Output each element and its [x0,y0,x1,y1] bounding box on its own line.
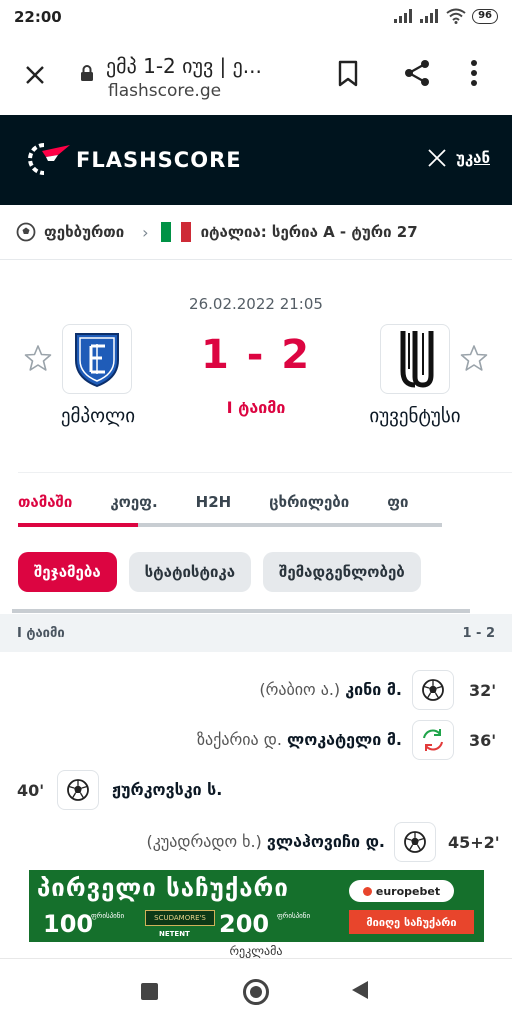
chevron-right-icon: › [142,222,149,242]
period-label: I ტაიმი [17,625,65,641]
substitution-event-icon [412,720,454,760]
home-team-name[interactable]: ემპოლი [18,405,178,427]
status-icons: 96 [394,8,498,24]
italy-flag-icon [160,222,191,242]
back-button[interactable] [352,981,368,999]
soccer-ball-icon [404,831,426,853]
ad-headline: პირველი საჩუქარი [37,874,289,902]
event-minute: 45+2' [448,833,500,852]
event-minute: 36' [469,731,497,750]
goal-event-icon [412,670,454,710]
tab-odds[interactable]: კოეფ. [110,493,157,511]
active-tab-indicator [18,523,138,527]
event-player[interactable]: ვლაჰოვიჩი დ. [267,832,385,851]
event-player-out[interactable]: ზაქარია დ. [197,730,282,749]
signal-icon [394,9,413,23]
ad-amount-2-text: ფრისპინი [277,912,311,920]
event-text: (კუადრადო ხ.) ვლაჰოვიჩი დ. [147,832,385,851]
goal-event-icon [394,822,436,862]
ad-banner[interactable]: პირველი საჩუქარი 100 ფრისპინი SCUDAMORE'… [29,870,484,942]
brand-name[interactable]: FLASHSCORE [76,148,242,172]
ad-cta-button[interactable]: მიიღე საჩუქარი [349,910,474,934]
close-icon [26,66,44,84]
period-score: 1 - 2 [462,625,495,641]
match-datetime: 26.02.2022 21:05 [189,295,323,313]
signal-icon-2 [420,9,439,23]
match-header: 26.02.2022 21:05 1 - 2 I ტაიმი ემპოლი იუ… [0,260,512,470]
match-event: (კუადრადო ხ.) ვლაჰოვიჩი დ. 45+2' [0,820,512,864]
ad-sponsor-logo: SCUDAMORE'S [145,910,215,926]
close-tab-button[interactable] [18,58,52,92]
close-icon [428,149,446,167]
subtab-summary[interactable]: შეჯამება [18,552,117,592]
status-time: 22:00 [14,8,62,26]
event-text: ჟურკოვსკი ს. [112,780,222,799]
status-bar: 22:00 96 [0,0,512,36]
event-text: (რაბიო ა.) კინი მ. [259,680,402,699]
match-event: 40' ჟურკოვსკი ს. [0,768,512,812]
system-nav-bar [0,958,512,1024]
tab-h2h[interactable]: H2H [196,493,232,511]
breadcrumb: ფეხბურთი › იტალია: სერია A - ტური 27 [0,205,512,260]
event-player[interactable]: კინი მ. [345,680,402,699]
lock-icon [81,65,93,81]
page-title: ემპ 1-2 იუვ | ე... [106,54,262,78]
match-event: ზაქარია დ. ლოკატელი მ. 36' [0,718,512,762]
ad-brand-name: europebet [375,884,441,898]
breadcrumb-league[interactable]: იტალია: სერია A - ტური 27 [201,223,418,241]
ad-amount-1-text: ფრისპინი [91,912,125,920]
more-options-icon[interactable] [470,58,478,88]
subtabs-scrollbar[interactable] [12,609,470,613]
period-header: I ტაიმი 1 - 2 [0,614,512,652]
subtab-lineups[interactable]: შემადგენლობებ [263,552,421,592]
soccer-ball-icon [16,222,36,242]
page-url[interactable]: flashscore.ge [108,81,221,101]
event-player[interactable]: ლოკატელი მ. [287,730,402,749]
battery-indicator: 96 [472,8,498,24]
share-icon[interactable] [402,58,432,88]
header-back-button[interactable]: უკან [428,149,490,167]
bookmark-icon[interactable] [336,60,360,88]
ad-amount-1: 100 [43,910,94,938]
site-header: FLASHSCORE უკან [0,115,512,205]
away-team-logo[interactable] [380,324,450,394]
tab-game[interactable]: თამაში [18,493,72,511]
event-assist: (რაბიო ა.) [259,680,341,699]
event-assist: (კუადრადო ხ.) [146,832,262,851]
goal-event-icon [57,770,99,810]
match-tabs: თამაში კოეფ. H2H ცხრილები ფი [18,472,512,530]
recents-button[interactable] [141,983,158,1000]
soccer-ball-icon [422,679,444,701]
home-button[interactable] [243,979,269,1005]
flashscore-logo-icon[interactable] [28,141,72,177]
tab-more[interactable]: ფი [387,493,408,511]
event-text: ზაქარია დ. ლოკატელი მ. [197,730,402,749]
away-team-name[interactable]: იუვენტუსი [335,405,495,427]
europebet-logo-icon [362,886,372,896]
juventus-crest-icon [400,331,434,388]
ad-provider: NETENT [159,930,190,938]
tab-tables[interactable]: ცხრილები [269,493,349,511]
ad-amount-2: 200 [219,910,270,938]
ad-label: რეკლამა [229,944,283,958]
subtabs: შეჯამება სტატისტიკა შემადგენლობებ [18,552,421,594]
breadcrumb-sport[interactable]: ფეხბურთი [44,223,124,241]
ad-brand-logo: europebet [349,880,454,902]
favorite-star-icon-away[interactable] [460,344,488,372]
event-player[interactable]: ჟურკოვსკი ს. [112,780,222,799]
event-minute: 32' [469,681,497,700]
back-label: უკან [455,149,490,167]
soccer-ball-icon [67,779,89,801]
substitution-icon [423,729,443,751]
wifi-icon [446,8,466,24]
event-minute: 40' [17,781,45,800]
subtab-statistics[interactable]: სტატისტიკა [128,552,252,592]
browser-toolbar: ემპ 1-2 იუვ | ე... flashscore.ge [0,36,512,114]
match-event: (რაბიო ა.) კინი მ. 32' [0,668,512,712]
